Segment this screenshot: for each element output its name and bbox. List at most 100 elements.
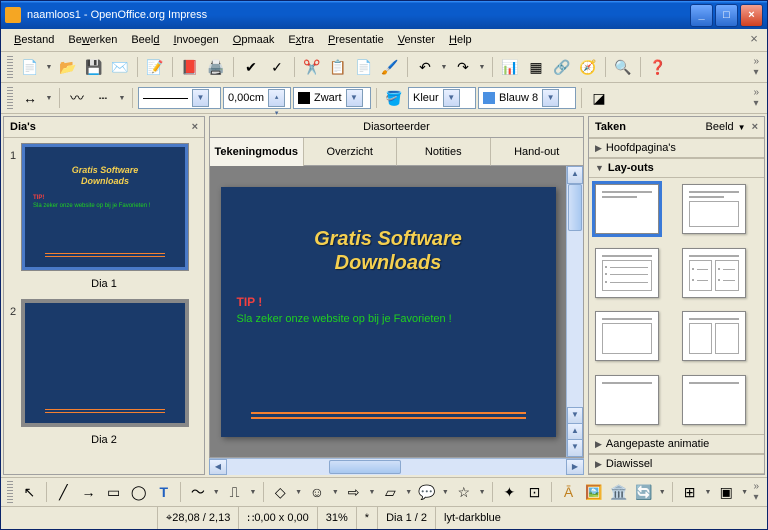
section-layouts[interactable]: ▼Lay-outs: [589, 158, 764, 178]
layout-title-content2[interactable]: [595, 311, 659, 361]
flowchart-icon[interactable]: ▱: [379, 480, 402, 504]
line-dash-dropdown[interactable]: ▼: [117, 95, 127, 102]
basic-shapes-icon[interactable]: ◇: [269, 480, 292, 504]
section-animatie[interactable]: ▶Aangepaste animatie: [589, 434, 764, 454]
status-zoom[interactable]: 31%: [318, 507, 357, 529]
paste-icon[interactable]: 📄: [352, 55, 376, 79]
scroll-thumb[interactable]: [568, 184, 582, 231]
slide-editor[interactable]: Gratis SoftwareDownloads TIP ! Sla zeker…: [210, 166, 566, 457]
slides-panel-close-icon[interactable]: ×: [192, 121, 198, 133]
select-icon[interactable]: ↖: [18, 480, 41, 504]
layout-title-two-content[interactable]: [682, 311, 746, 361]
section-diawissel[interactable]: ▶Diawissel: [589, 454, 764, 474]
tab-tekeningmodus[interactable]: Tekeningmodus: [210, 138, 304, 166]
line-color-combo[interactable]: Zwart▼: [293, 87, 371, 109]
flowchart-dropdown[interactable]: ▼: [404, 489, 414, 496]
line-width-combo[interactable]: 0,00cm▴▾: [223, 87, 291, 109]
copy-icon[interactable]: 📋: [326, 55, 350, 79]
email-icon[interactable]: ✉️: [108, 55, 132, 79]
gallery-icon[interactable]: 🏛️: [607, 480, 630, 504]
undo-icon[interactable]: ↶: [413, 55, 437, 79]
align-dropdown[interactable]: ▼: [703, 489, 713, 496]
tab-handout[interactable]: Hand-out: [491, 138, 584, 166]
toolbar-more-icon[interactable]: »▾: [751, 479, 761, 505]
scroll-thumb[interactable]: [329, 460, 401, 474]
task-panel-view[interactable]: Beeld: [706, 121, 734, 133]
rotate-icon[interactable]: 🔄: [632, 480, 655, 504]
menu-bestand[interactable]: Bestand: [7, 32, 61, 48]
line-icon[interactable]: ╱: [52, 480, 75, 504]
layout-more1[interactable]: [595, 375, 659, 425]
tab-overzicht[interactable]: Overzicht: [304, 138, 398, 166]
hyperlink-icon[interactable]: 🔗: [550, 55, 574, 79]
horizontal-scrollbar[interactable]: ◀ ▶: [209, 458, 584, 475]
format-paint-icon[interactable]: 🖌️: [378, 55, 402, 79]
toolbar-more-icon[interactable]: »▾: [751, 54, 761, 80]
glue-icon[interactable]: ⊡: [523, 480, 546, 504]
line-style-combo[interactable]: ▼: [138, 87, 221, 109]
align-icon[interactable]: ⊞: [678, 480, 701, 504]
block-arrows-icon[interactable]: ⇨: [342, 480, 365, 504]
navigator-icon[interactable]: 🧭: [576, 55, 600, 79]
scroll-right-icon[interactable]: ▶: [566, 459, 584, 475]
callouts-dropdown[interactable]: ▼: [441, 489, 451, 496]
zoom-icon[interactable]: 🔍: [611, 55, 635, 79]
symbol-shapes-dropdown[interactable]: ▼: [330, 489, 340, 496]
pdf-icon[interactable]: 📕: [178, 55, 202, 79]
toolbar-grip[interactable]: [7, 56, 13, 78]
redo-dropdown[interactable]: ▼: [477, 64, 487, 71]
task-panel-view-dropdown[interactable]: ▼: [738, 123, 746, 132]
from-file-icon[interactable]: 🖼️: [582, 480, 605, 504]
basic-shapes-dropdown[interactable]: ▼: [294, 489, 304, 496]
open-icon[interactable]: 📂: [56, 55, 80, 79]
chart-icon[interactable]: 📊: [498, 55, 522, 79]
redo-icon[interactable]: ↷: [451, 55, 475, 79]
menubar-close-icon[interactable]: ×: [747, 32, 761, 46]
fill-icon[interactable]: 🪣: [382, 86, 406, 110]
connector-icon[interactable]: ⎍: [223, 480, 246, 504]
menu-help[interactable]: Help: [442, 32, 479, 48]
rotate-dropdown[interactable]: ▼: [657, 489, 667, 496]
undo-dropdown[interactable]: ▼: [439, 64, 449, 71]
curve-dropdown[interactable]: ▼: [211, 489, 221, 496]
curve-icon[interactable]: 〜: [186, 480, 209, 504]
menu-extra[interactable]: Extra: [281, 32, 321, 48]
layout-title-content[interactable]: [682, 184, 746, 234]
fontwork-icon[interactable]: Ā: [557, 480, 580, 504]
scroll-left-icon[interactable]: ◀: [209, 459, 227, 475]
toolbar-grip[interactable]: [7, 481, 13, 503]
minimize-button[interactable]: _: [690, 4, 713, 27]
section-hoofdpaginas[interactable]: ▶Hoofdpagina's: [589, 138, 764, 158]
vertical-scrollbar[interactable]: ▲ ▼ ▲ ▼: [566, 166, 583, 457]
arrange-dropdown[interactable]: ▼: [740, 489, 750, 496]
arrow-ends-icon[interactable]: ↔: [18, 86, 42, 110]
tab-notities[interactable]: Notities: [397, 138, 491, 166]
close-button[interactable]: ×: [740, 4, 763, 27]
scroll-up-icon[interactable]: ▲: [567, 166, 583, 184]
symbol-shapes-icon[interactable]: ☺: [305, 480, 328, 504]
toolbar-grip[interactable]: [7, 87, 13, 109]
maximize-button[interactable]: □: [715, 4, 738, 27]
layout-title-bullets[interactable]: [595, 248, 659, 298]
toolbar-more-icon[interactable]: »▾: [751, 85, 761, 111]
menu-beeld[interactable]: Beeld: [124, 32, 166, 48]
fill-mode-combo[interactable]: Kleur▼: [408, 87, 476, 109]
stars-icon[interactable]: ☆: [452, 480, 475, 504]
task-panel-close-icon[interactable]: ×: [752, 121, 758, 133]
slides-list[interactable]: 1 Gratis SoftwareDownloads TIP! Sla zeke…: [4, 138, 204, 474]
rect-icon[interactable]: ▭: [102, 480, 125, 504]
next-slide-icon[interactable]: ▼: [567, 439, 583, 457]
menu-bewerken[interactable]: Bewerken: [61, 32, 124, 48]
menu-venster[interactable]: Venster: [391, 32, 442, 48]
menu-invoegen[interactable]: Invoegen: [166, 32, 225, 48]
auto-spellcheck-icon[interactable]: ✓: [265, 55, 289, 79]
table-icon[interactable]: ▦: [524, 55, 548, 79]
callouts-icon[interactable]: 💬: [415, 480, 438, 504]
fill-color-combo[interactable]: Blauw 8▼: [478, 87, 576, 109]
cut-icon[interactable]: ✂️: [300, 55, 324, 79]
layout-more2[interactable]: [682, 375, 746, 425]
line-style-icon[interactable]: 〰: [65, 86, 89, 110]
new-dropdown[interactable]: ▼: [44, 64, 54, 71]
stars-dropdown[interactable]: ▼: [477, 489, 487, 496]
arrow-ends-dropdown[interactable]: ▼: [44, 95, 54, 102]
